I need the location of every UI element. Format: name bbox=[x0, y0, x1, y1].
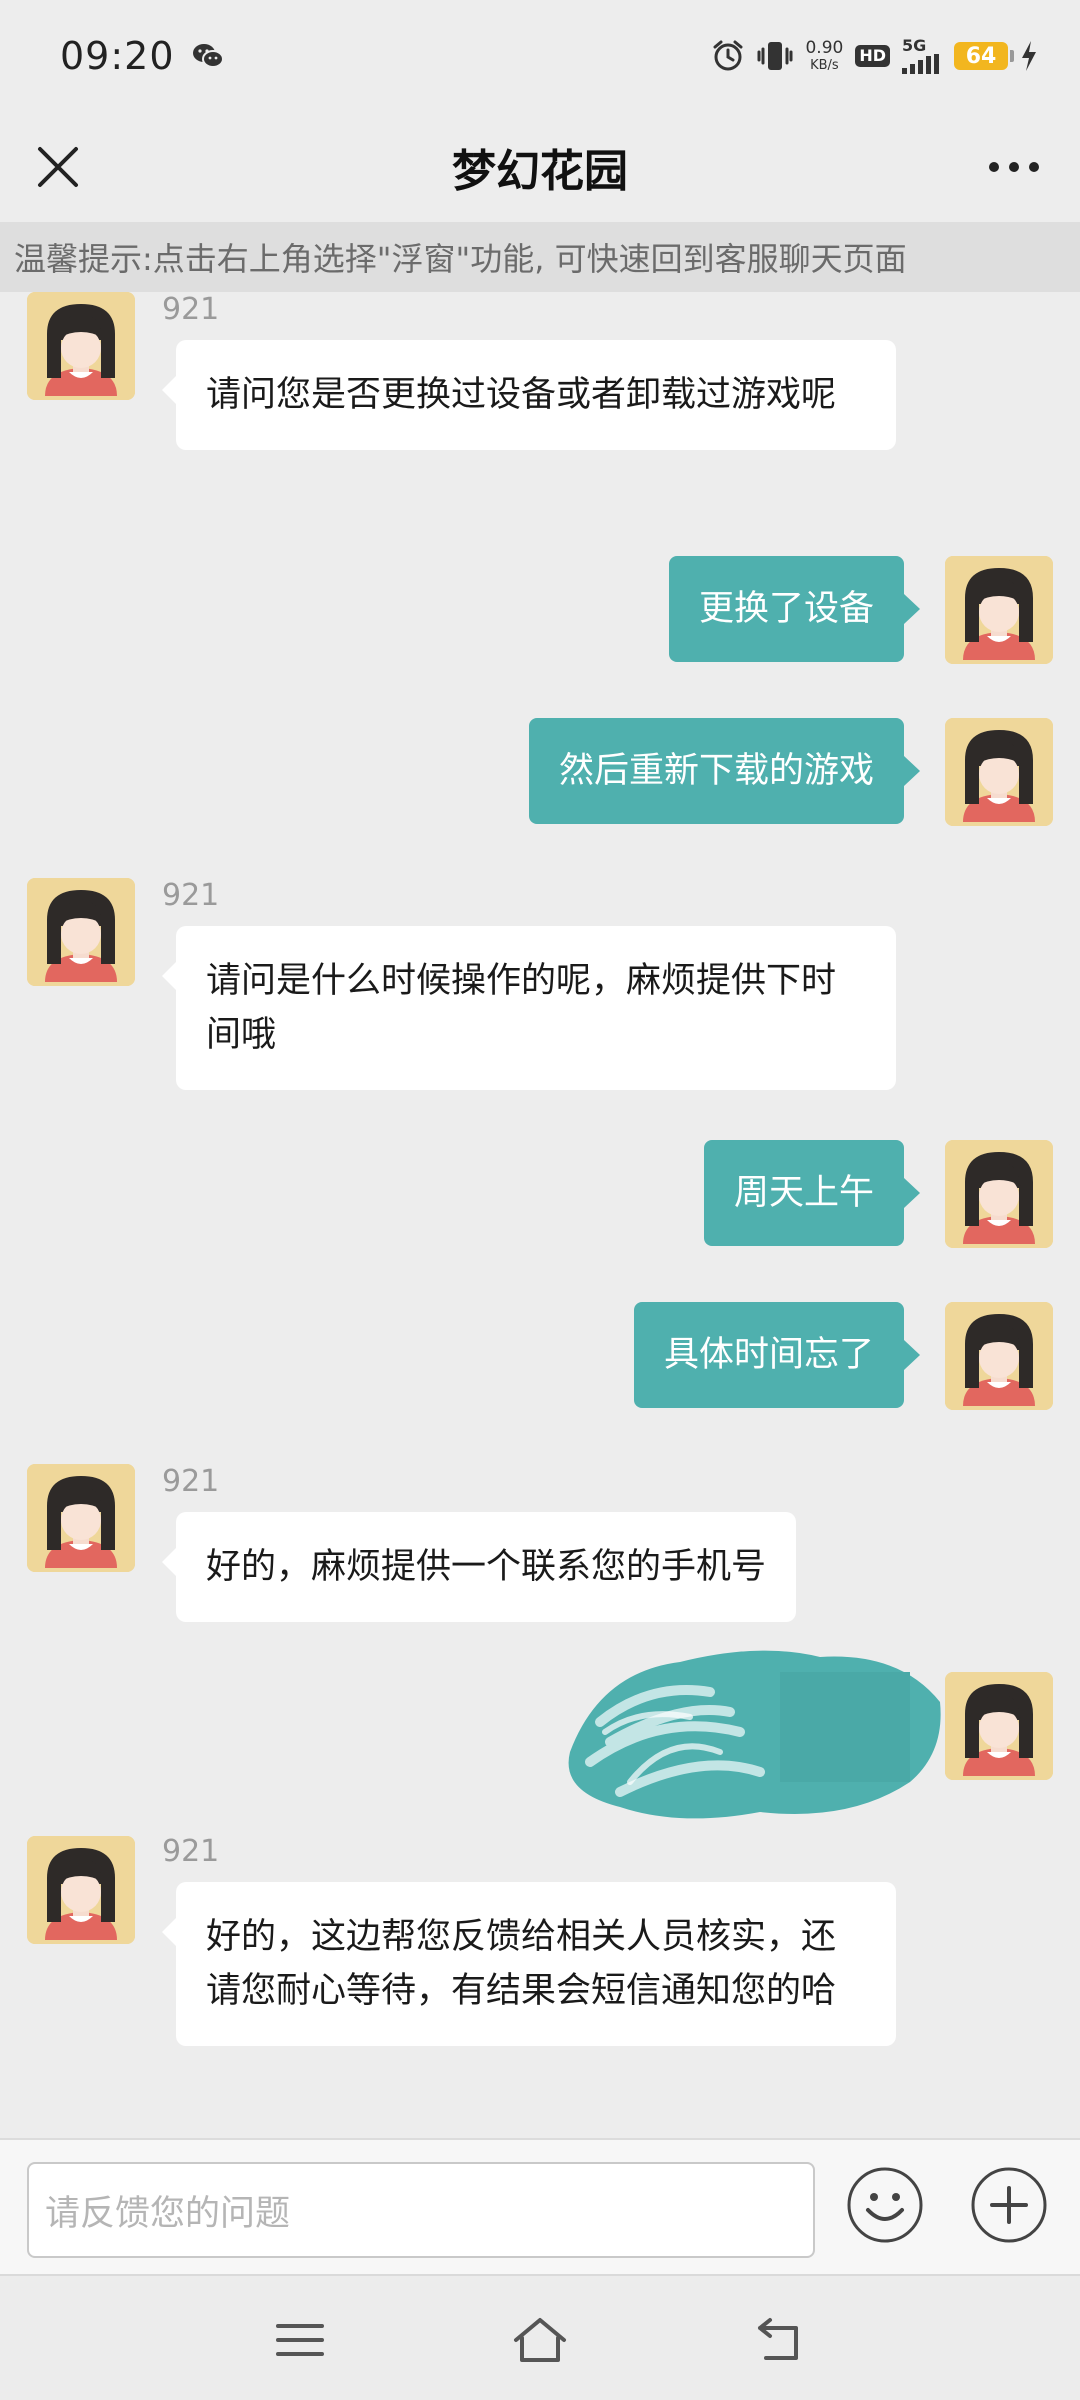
agent-avatar[interactable] bbox=[27, 1836, 135, 1944]
redacted-message-bubble[interactable] bbox=[560, 1632, 950, 1832]
close-icon[interactable] bbox=[30, 139, 86, 195]
more-options-icon[interactable] bbox=[984, 150, 1044, 184]
input-placeholder: 请反馈您的问题 bbox=[45, 2193, 291, 2234]
hd-badge: HD bbox=[855, 45, 890, 67]
signal-bars-icon bbox=[902, 54, 939, 74]
status-icons: 0.90 KB/s HD 5G 64 bbox=[711, 38, 1038, 74]
wechat-icon bbox=[192, 44, 224, 68]
agent-avatar[interactable] bbox=[27, 1464, 135, 1572]
tip-banner: 温馨提示:点击右上角选择"浮窗"功能, 可快速回到客服聊天页面 bbox=[0, 222, 1080, 292]
charging-icon bbox=[1022, 41, 1036, 71]
back-icon[interactable] bbox=[752, 2312, 808, 2368]
message-bubble-user[interactable]: 具体时间忘了 bbox=[633, 1302, 921, 1408]
speed-unit: KB/s bbox=[810, 58, 839, 73]
network-speed: 0.90 KB/s bbox=[805, 38, 844, 73]
user-avatar[interactable] bbox=[945, 1302, 1053, 1410]
message-bubble-agent[interactable]: 好的，麻烦提供一个联系您的手机号 bbox=[161, 1512, 797, 1622]
user-avatar[interactable] bbox=[945, 1672, 1053, 1780]
signal-icon: 5G bbox=[902, 38, 942, 74]
message-bubble-user[interactable]: 然后重新下载的游戏 bbox=[528, 718, 921, 824]
emoji-icon[interactable] bbox=[846, 2166, 924, 2244]
message-bubble-agent[interactable]: 请问您是否更换过设备或者卸载过游戏呢 bbox=[162, 340, 896, 450]
message-bubble-user[interactable]: 周天上午 bbox=[703, 1140, 921, 1246]
battery-level: 64 bbox=[965, 43, 997, 69]
message-bubble-agent[interactable]: 请问是什么时候操作的呢，麻烦提供下时间哦 bbox=[162, 926, 896, 1090]
input-bar: 请反馈您的问题 bbox=[0, 2138, 1080, 2274]
sender-name: 921 bbox=[162, 1464, 220, 1499]
speed-value: 0.90 bbox=[805, 38, 844, 58]
user-avatar[interactable] bbox=[945, 1140, 1053, 1248]
message-input[interactable]: 请反馈您的问题 bbox=[27, 2162, 815, 2258]
alarm-icon bbox=[713, 40, 743, 71]
nav-bar: 梦幻花园 bbox=[0, 112, 1080, 222]
page-title: 梦幻花园 bbox=[452, 146, 628, 197]
tip-text: 温馨提示:点击右上角选择"浮窗"功能, 可快速回到客服聊天页面 bbox=[14, 240, 907, 278]
agent-avatar[interactable] bbox=[27, 878, 135, 986]
user-avatar[interactable] bbox=[945, 556, 1053, 664]
menu-icon[interactable] bbox=[272, 2312, 328, 2368]
sender-name: 921 bbox=[162, 292, 220, 327]
user-avatar[interactable] bbox=[945, 718, 1053, 826]
system-navigation-bar bbox=[0, 2274, 1080, 2400]
vibrate-icon bbox=[757, 42, 793, 70]
sender-name: 921 bbox=[162, 878, 220, 913]
message-bubble-agent[interactable]: 好的，这边帮您反馈给相关人员核实，还请您耐心等待，有结果会短信通知您的哈 bbox=[162, 1882, 896, 2046]
plus-icon[interactable] bbox=[970, 2166, 1048, 2244]
agent-avatar[interactable] bbox=[27, 292, 135, 400]
network-type: 5G bbox=[902, 36, 927, 55]
battery-icon: 64 bbox=[954, 42, 1014, 70]
sender-name: 921 bbox=[162, 1834, 220, 1869]
status-bar: 09:20 0.90 KB/s HD 5G 64 bbox=[0, 0, 1080, 112]
chat-history[interactable]: 921 请问您是否更换过设备或者卸载过游戏呢 更换了设备 然后重新下载的游戏 9… bbox=[0, 292, 1080, 2138]
status-time: 09:20 bbox=[60, 34, 175, 78]
message-bubble-user[interactable]: 更换了设备 bbox=[668, 556, 921, 662]
home-icon[interactable] bbox=[512, 2312, 568, 2368]
